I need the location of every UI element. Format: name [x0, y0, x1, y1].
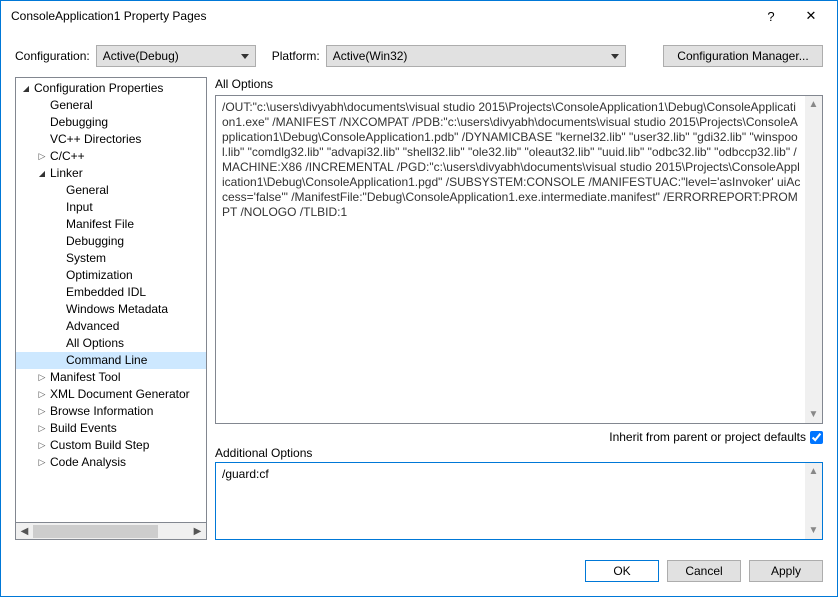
titlebar: ConsoleApplication1 Property Pages ? ✕ — [1, 1, 837, 31]
tree-item-label: All Options — [64, 335, 124, 352]
tree-item[interactable]: General — [16, 97, 206, 114]
config-row: Configuration: Active(Debug) Platform: A… — [1, 31, 837, 77]
configuration-label: Configuration: — [15, 49, 90, 63]
tree-item[interactable]: All Options — [16, 335, 206, 352]
tree-item[interactable]: Linker — [16, 165, 206, 182]
additional-options-input[interactable]: /guard:cf ▲ ▼ — [215, 462, 823, 540]
tree-item-label: Optimization — [64, 267, 133, 284]
configuration-manager-button[interactable]: Configuration Manager... — [663, 45, 823, 67]
tree-item-label: Configuration Properties — [32, 80, 163, 97]
scroll-thumb[interactable] — [33, 525, 158, 538]
tree-item-label: Input — [64, 199, 93, 216]
tree-item-label: Embedded IDL — [64, 284, 146, 301]
tree-item-label: Debugging — [64, 233, 124, 250]
scroll-up-icon[interactable]: ▲ — [805, 463, 822, 480]
tree-item-label: Manifest File — [64, 216, 134, 233]
scroll-up-icon[interactable]: ▲ — [805, 96, 822, 113]
ok-button[interactable]: OK — [585, 560, 659, 582]
right-pane: All Options /OUT:"c:\users\divyabh\docum… — [215, 77, 823, 540]
close-button[interactable]: ✕ — [789, 2, 833, 30]
all-options-label: All Options — [215, 77, 823, 91]
tree-item[interactable]: General — [16, 182, 206, 199]
tree-item[interactable]: Code Analysis — [16, 454, 206, 471]
scroll-right-icon[interactable]: ▶ — [189, 523, 206, 539]
scroll-down-icon[interactable]: ▼ — [805, 406, 822, 423]
tree-item-label: Manifest Tool — [48, 369, 120, 386]
all-options-text: /OUT:"c:\users\divyabh\documents\visual … — [216, 96, 822, 224]
expander-closed-icon[interactable] — [36, 369, 48, 386]
tree-item[interactable]: Manifest Tool — [16, 369, 206, 386]
inherit-label: Inherit from parent or project defaults — [609, 430, 806, 444]
tree-item[interactable]: Browse Information — [16, 403, 206, 420]
tree-panel: Configuration PropertiesGeneralDebugging… — [15, 77, 207, 540]
tree-item-label: Debugging — [48, 114, 108, 131]
tree-item-label: General — [64, 182, 109, 199]
cancel-button[interactable]: Cancel — [667, 560, 741, 582]
expander-closed-icon[interactable] — [36, 420, 48, 437]
all-options-box[interactable]: /OUT:"c:\users\divyabh\documents\visual … — [215, 95, 823, 424]
tree-item[interactable]: VC++ Directories — [16, 131, 206, 148]
tree-item[interactable]: Input — [16, 199, 206, 216]
expander-closed-icon[interactable] — [36, 148, 48, 165]
tree-item[interactable]: Advanced — [16, 318, 206, 335]
scroll-down-icon[interactable]: ▼ — [805, 522, 822, 539]
additional-options-label: Additional Options — [215, 446, 823, 460]
tree-item[interactable]: Windows Metadata — [16, 301, 206, 318]
expander-closed-icon[interactable] — [36, 386, 48, 403]
tree-item[interactable]: Optimization — [16, 267, 206, 284]
expander-closed-icon[interactable] — [36, 437, 48, 454]
tree-item-label: Linker — [48, 165, 83, 182]
tree-item[interactable]: XML Document Generator — [16, 386, 206, 403]
tree-item[interactable]: C/C++ — [16, 148, 206, 165]
tree-item[interactable]: Manifest File — [16, 216, 206, 233]
expander-closed-icon[interactable] — [36, 454, 48, 471]
tree-item[interactable]: Command Line — [16, 352, 206, 369]
tree-item-label: Windows Metadata — [64, 301, 168, 318]
tree-item-label: Browse Information — [48, 403, 153, 420]
tree-item[interactable]: Configuration Properties — [16, 80, 206, 97]
tree-item-label: Code Analysis — [48, 454, 126, 471]
tree-item-label: System — [64, 250, 106, 267]
tree-item[interactable]: Debugging — [16, 233, 206, 250]
tree-item-label: VC++ Directories — [48, 131, 141, 148]
tree-item-label: Command Line — [64, 352, 147, 369]
tree-item-label: XML Document Generator — [48, 386, 190, 403]
expander-open-icon[interactable] — [20, 80, 32, 97]
tree-item-label: Advanced — [64, 318, 119, 335]
window-title: ConsoleApplication1 Property Pages — [11, 9, 753, 23]
inherit-row: Inherit from parent or project defaults — [215, 430, 823, 444]
all-options-vscrollbar[interactable]: ▲ ▼ — [805, 96, 822, 423]
tree-item-label: Build Events — [48, 420, 117, 437]
tree-hscrollbar[interactable]: ◀ ▶ — [15, 523, 207, 540]
properties-tree[interactable]: Configuration PropertiesGeneralDebugging… — [15, 77, 207, 523]
additional-options-vscrollbar[interactable]: ▲ ▼ — [805, 463, 822, 539]
tree-item[interactable]: Custom Build Step — [16, 437, 206, 454]
apply-button[interactable]: Apply — [749, 560, 823, 582]
expander-closed-icon[interactable] — [36, 403, 48, 420]
tree-item-label: General — [48, 97, 93, 114]
tree-item-label: Custom Build Step — [48, 437, 149, 454]
body: Configuration PropertiesGeneralDebugging… — [1, 77, 837, 550]
expander-open-icon[interactable] — [36, 165, 48, 182]
platform-combo[interactable]: Active(Win32) — [326, 45, 626, 67]
scroll-left-icon[interactable]: ◀ — [16, 523, 33, 539]
configuration-combo[interactable]: Active(Debug) — [96, 45, 256, 67]
tree-item[interactable]: System — [16, 250, 206, 267]
tree-item[interactable]: Debugging — [16, 114, 206, 131]
platform-label: Platform: — [272, 49, 320, 63]
inherit-checkbox[interactable] — [810, 431, 823, 444]
tree-item[interactable]: Embedded IDL — [16, 284, 206, 301]
tree-item-label: C/C++ — [48, 148, 85, 165]
help-button[interactable]: ? — [753, 2, 789, 30]
property-pages-window: ConsoleApplication1 Property Pages ? ✕ C… — [0, 0, 838, 597]
footer: OK Cancel Apply — [1, 550, 837, 596]
tree-item[interactable]: Build Events — [16, 420, 206, 437]
additional-options-value: /guard:cf — [222, 467, 269, 481]
